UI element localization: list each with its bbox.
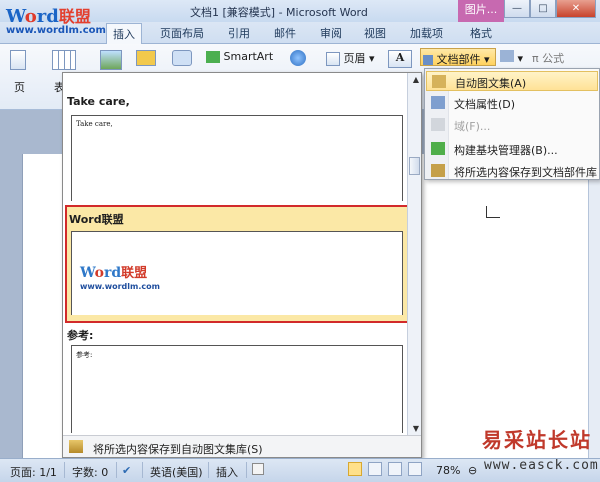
wordlm-logo: Word联盟: [6, 6, 91, 27]
proofing-icon[interactable]: ✔: [122, 464, 131, 477]
smartart-button[interactable]: SmartArt: [206, 50, 273, 63]
word-count[interactable]: 字数: 0: [72, 464, 108, 480]
hyperlink-button[interactable]: [290, 50, 306, 69]
picture-icon: [100, 50, 122, 70]
header-button[interactable]: 页眉 ▾: [326, 50, 375, 66]
preview-text: Take care,: [76, 120, 113, 128]
gallery-item-selected[interactable]: Word联盟 Word联盟 www.wordlm.com: [65, 205, 409, 323]
zoom-level[interactable]: 78%: [436, 464, 460, 477]
globe-link-icon: [290, 50, 306, 66]
menu-item-autotext[interactable]: 自动图文集(A): [426, 71, 598, 91]
signature-button[interactable]: ▾: [500, 50, 523, 65]
site-watermark: 易采站长站: [482, 428, 592, 452]
docparts-button[interactable]: 文档部件 ▾: [420, 48, 496, 66]
chevron-down-icon: ▾: [369, 52, 375, 65]
zoom-out-icon[interactable]: ⊖: [468, 464, 477, 477]
close-button[interactable]: ✕: [556, 0, 596, 18]
window-title: 文档1 [兼容模式] - Microsoft Word: [190, 6, 368, 19]
outline-view-icon[interactable]: [408, 462, 422, 476]
maximize-button[interactable]: □: [530, 0, 556, 18]
gallery-item[interactable]: 参考: 参考:: [65, 325, 409, 435]
scroll-down-icon[interactable]: ▼: [413, 424, 419, 433]
minimize-button[interactable]: —: [504, 0, 530, 18]
logo-url: www.wordlm.com: [6, 25, 106, 36]
picture-tools-header: 图片...: [458, 0, 504, 22]
tab-page-layout[interactable]: 页面布局: [160, 25, 204, 41]
menu-item-building-blocks[interactable]: 构建基块管理器(B)...: [426, 139, 598, 159]
insert-mode[interactable]: 插入: [216, 464, 238, 480]
wordlm-logo-preview: Word联盟: [80, 265, 148, 281]
tab-addins[interactable]: 加载项: [410, 25, 443, 41]
page-count[interactable]: 页面: 1/1: [10, 464, 57, 480]
gallery-item[interactable]: Take care, Take care,: [65, 91, 409, 203]
equation-button[interactable]: π 公式: [532, 50, 564, 66]
macro-record-icon[interactable]: [252, 463, 264, 475]
gallery-item-title: Take care,: [67, 95, 130, 108]
autotext-icon: [432, 75, 446, 88]
building-blocks-icon: [431, 142, 445, 155]
docparts-icon: [423, 55, 433, 65]
menu-item-field[interactable]: 域(F)...: [426, 115, 598, 135]
gallery-item-preview: Take care,: [71, 115, 403, 201]
gallery-item-preview: Word联盟 www.wordlm.com: [71, 231, 403, 315]
preview-text: 参考:: [76, 351, 93, 359]
header-icon: [326, 52, 340, 66]
text-margin-mark: [486, 206, 500, 218]
page-icon: [10, 50, 26, 70]
menu-item-save-selection[interactable]: 将所选内容保存到文档部件库(S): [426, 161, 598, 181]
gallery-scrollbar[interactable]: ▲ ▼: [407, 73, 421, 435]
save-to-autotext-button[interactable]: 将所选内容保存到自动图文集库(S): [63, 435, 421, 457]
web-layout-view-icon[interactable]: [388, 462, 402, 476]
shapes-button[interactable]: [172, 50, 192, 69]
print-layout-view-icon[interactable]: [348, 462, 362, 476]
fullscreen-view-icon[interactable]: [368, 462, 382, 476]
site-watermark-url: www.easck.com: [484, 458, 599, 473]
chevron-down-icon: ▾: [484, 53, 490, 66]
gallery-item-title: 参考:: [67, 329, 94, 342]
doc-properties-icon: [431, 96, 445, 109]
clipart-icon: [136, 50, 156, 66]
shapes-icon: [172, 50, 192, 66]
tab-format[interactable]: 格式: [470, 25, 492, 41]
autotext-gallery: Take care, Take care, Word联盟 Word联盟 www.…: [62, 72, 422, 458]
save-autotext-icon: [69, 440, 83, 453]
textbox-button[interactable]: A: [388, 50, 412, 68]
tab-view[interactable]: 视图: [364, 25, 386, 41]
cover-page-button[interactable]: 页: [10, 50, 26, 95]
tab-references[interactable]: 引用: [228, 25, 250, 41]
save-selection-icon: [431, 164, 445, 177]
tab-review[interactable]: 审阅: [320, 25, 342, 41]
tab-mailings[interactable]: 邮件: [274, 25, 296, 41]
tab-insert[interactable]: 插入: [106, 23, 142, 44]
menu-item-doc-properties[interactable]: 文档属性(D): [426, 93, 598, 113]
table-icon: [52, 50, 76, 70]
clipart-button[interactable]: [136, 50, 156, 69]
field-icon: [431, 118, 445, 131]
language-indicator[interactable]: 英语(美国): [150, 464, 203, 480]
textbox-icon: A: [388, 50, 412, 68]
scroll-thumb[interactable]: [409, 157, 420, 175]
scroll-up-icon[interactable]: ▲: [413, 75, 419, 84]
picture-button[interactable]: [100, 50, 122, 73]
docparts-menu: 自动图文集(A) 文档属性(D) 域(F)... 构建基块管理器(B)... 将…: [424, 68, 600, 180]
gallery-item-title: Word联盟: [69, 213, 124, 226]
gallery-item-preview: 参考:: [71, 345, 403, 433]
signature-icon: [500, 50, 514, 62]
smartart-icon: [206, 51, 220, 63]
chevron-down-icon: ▾: [517, 52, 524, 65]
preview-url: www.wordlm.com: [80, 282, 160, 291]
